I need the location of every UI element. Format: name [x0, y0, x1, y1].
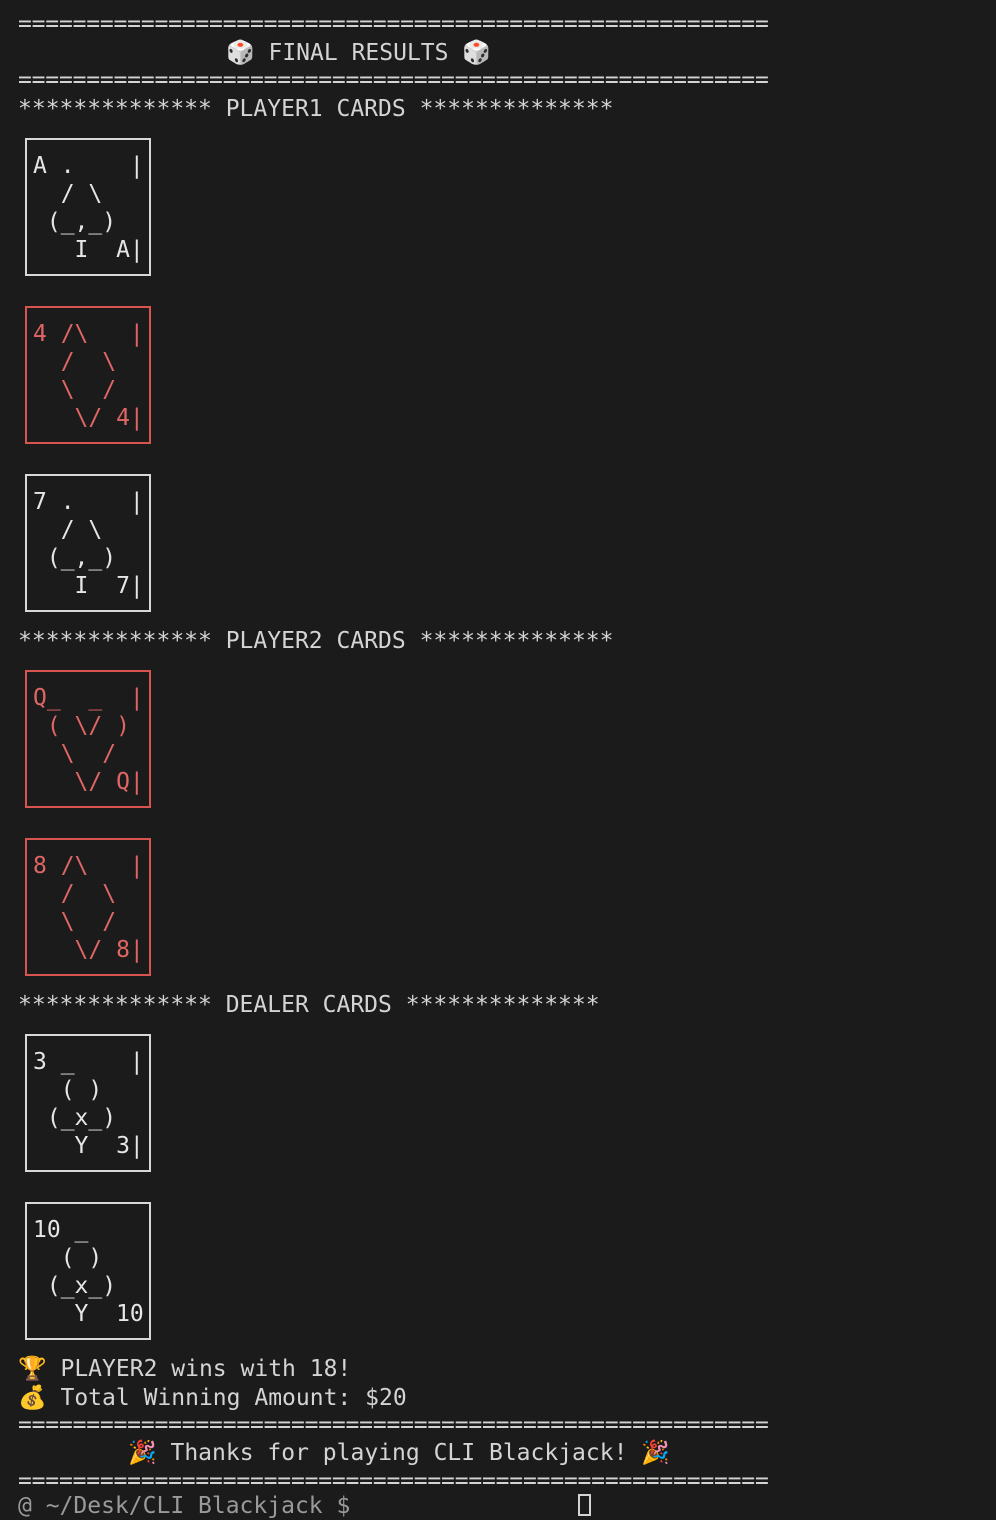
thanks-message: 🎉 Thanks for playing CLI Blackjack! 🎉 — [128, 1440, 670, 1466]
card-ace-of-spades: A . | / \ (_,_) I A| — [25, 138, 151, 276]
card-ten-of-clubs: 10 _ ( ) (_x_) Y 10 — [25, 1202, 151, 1340]
card-queen-of-hearts: Q_ _ | ( \/ ) \ / \/ Q| — [25, 670, 151, 808]
card-art: 3 _ | ( ) (_x_) Y 3| — [33, 1049, 144, 1159]
final-results-title: 🎲 FINAL RESULTS 🎲 — [226, 40, 491, 66]
card-art: A . | / \ (_,_) I A| — [33, 153, 144, 263]
dealer-section-header: ************** DEALER CARDS ************… — [18, 992, 600, 1018]
shell-prompt: @ ~/Desk/CLI Blackjack $ — [18, 1493, 365, 1519]
rule-line: ========================================… — [18, 1468, 769, 1494]
card-art: 10 _ ( ) (_x_) Y 10 — [33, 1217, 144, 1327]
card-art: Q_ _ | ( \/ ) \ / \/ Q| — [33, 685, 144, 795]
card-three-of-clubs: 3 _ | ( ) (_x_) Y 3| — [25, 1034, 151, 1172]
rule-line: ========================================… — [18, 1412, 769, 1438]
rule-line: ========================================… — [18, 67, 769, 93]
card-four-of-diamonds: 4 /\ | / \ \ / \/ 4| — [25, 306, 151, 444]
player2-section-header: ************** PLAYER2 CARDS ***********… — [18, 628, 614, 654]
winning-amount: 💰 Total Winning Amount: $20 — [18, 1385, 407, 1411]
card-art: 4 /\ | / \ \ / \/ 4| — [33, 321, 144, 431]
terminal-window[interactable]: ========================================… — [0, 0, 996, 1519]
card-art: 7 . | / \ (_,_) I 7| — [33, 489, 144, 599]
winner-message: 🏆 PLAYER2 wins with 18! — [18, 1356, 352, 1382]
card-seven-of-spades: 7 . | / \ (_,_) I 7| — [25, 474, 151, 612]
rule-line: ========================================… — [18, 11, 769, 37]
card-eight-of-diamonds: 8 /\ | / \ \ / \/ 8| — [25, 838, 151, 976]
text-cursor — [578, 1494, 591, 1516]
player1-section-header: ************** PLAYER1 CARDS ***********… — [18, 96, 614, 122]
card-art: 8 /\ | / \ \ / \/ 8| — [33, 853, 144, 963]
